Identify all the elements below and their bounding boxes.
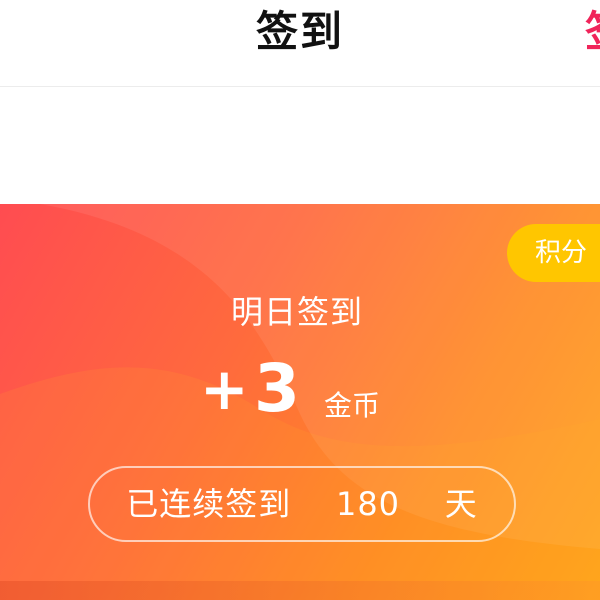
card-bottom-band	[0, 581, 600, 600]
points-badge-button[interactable]: 积分	[507, 224, 600, 282]
page-title: 签到	[255, 7, 344, 56]
reward-unit: 金币	[324, 389, 381, 422]
streak-days: 180	[335, 485, 401, 523]
top-header: 签到 签	[0, 0, 600, 87]
header-right-action[interactable]: 签	[585, 4, 600, 60]
reward-plus-sign: +	[200, 355, 249, 423]
streak-spacer	[302, 485, 324, 523]
content-spacer	[0, 87, 600, 204]
reward-value: 3	[254, 350, 300, 427]
consecutive-sign-in-pill: 已连续签到 180 天	[88, 466, 516, 542]
reward-amount: + 3 金币	[200, 354, 420, 424]
tomorrow-sign-in-label: 明日签到	[230, 293, 363, 331]
streak-spacer-2	[411, 485, 433, 523]
sign-in-card: 积分 明日签到 + 3 金币 已连续签到 180 天	[0, 204, 600, 600]
sign-in-page: 签到 签 积分 明日签到 + 3 金币 已连续签到 180 天	[0, 0, 600, 600]
streak-suffix: 天	[444, 485, 478, 523]
streak-prefix: 已连续签到	[126, 485, 292, 523]
